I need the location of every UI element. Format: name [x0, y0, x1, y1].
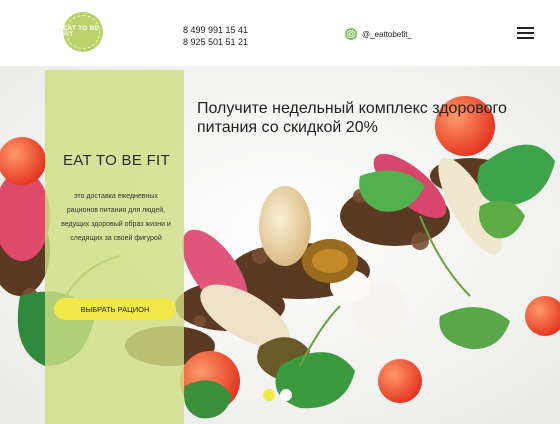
choose-plan-button[interactable]: ВЫБРАТЬ РАЦИОН — [54, 298, 176, 320]
phone-number-2[interactable]: 8 925 501 51 21 — [183, 36, 248, 48]
slider-dots — [263, 389, 292, 401]
logo-ring — [66, 15, 100, 49]
promo-headline: Получите недельный комплекс здорового пи… — [197, 100, 507, 136]
brand-tagline: это доставка ежедневных рационов питания… — [61, 193, 171, 242]
phone-number-1[interactable]: 8 499 991 15 41 — [183, 24, 248, 36]
instagram-handle: @_eattobefit_ — [362, 29, 412, 39]
slider-dot-2[interactable] — [280, 389, 292, 401]
instagram-icon — [345, 28, 357, 40]
slider-dot-1[interactable] — [263, 389, 275, 401]
hamburger-icon[interactable] — [517, 27, 534, 39]
site-header: EAT TO BE FIT 8 499 991 15 41 8 925 501 … — [0, 0, 560, 66]
logo[interactable]: EAT TO BE FIT — [63, 12, 103, 52]
brand-title: EAT TO BE FIT — [63, 152, 170, 169]
phone-numbers: 8 499 991 15 41 8 925 501 51 21 — [183, 24, 248, 48]
intro-panel — [45, 70, 184, 424]
instagram-link[interactable]: @_eattobefit_ — [345, 28, 412, 40]
